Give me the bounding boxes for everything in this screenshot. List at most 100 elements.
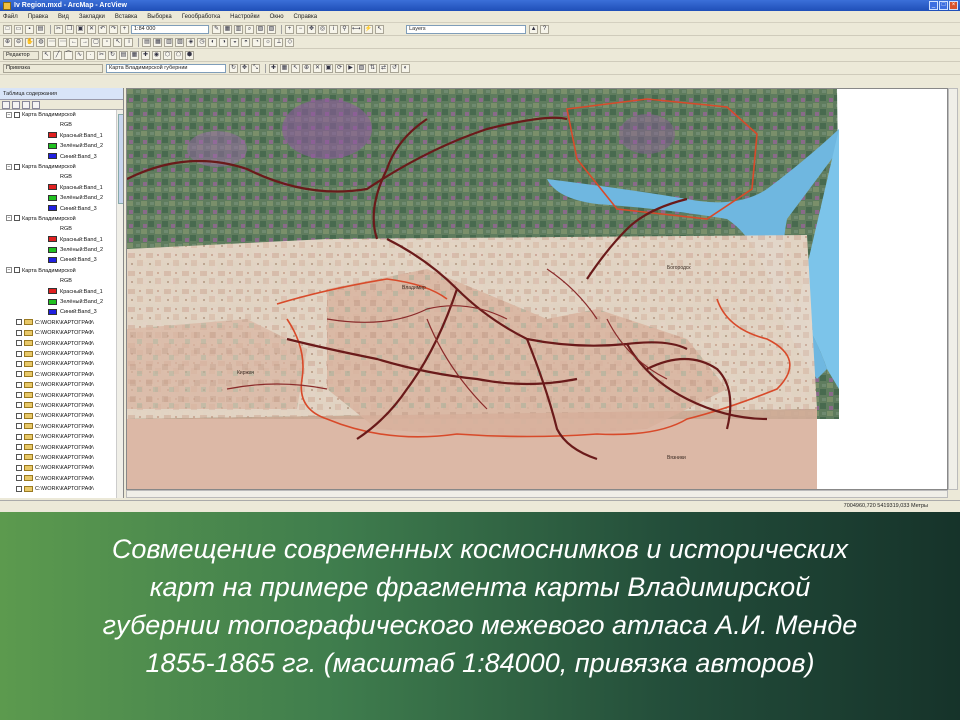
edit-vertices-icon[interactable]: ◇ xyxy=(285,38,295,47)
menu-file[interactable]: Файл xyxy=(3,14,18,20)
menu-edit[interactable]: Правка xyxy=(28,14,48,20)
map-view[interactable]: Владимир Богородск Киржач Вязники xyxy=(126,88,948,490)
print-icon[interactable]: ▤ xyxy=(36,25,45,34)
toc-shapefile-layer[interactable]: C:\WORK\КАРТОГРАФ\ xyxy=(0,474,123,484)
viewer-icon[interactable]: ▣ xyxy=(324,64,333,73)
toc-icon[interactable]: ▦ xyxy=(223,25,232,34)
layout-icon[interactable]: ▤ xyxy=(142,38,152,47)
back-extent-icon[interactable]: ← xyxy=(69,38,79,47)
toc-raster-layer[interactable]: − Карта Владимирской xyxy=(0,266,123,276)
layer-visibility-checkbox[interactable] xyxy=(16,433,22,440)
full-extent-icon[interactable]: ◎ xyxy=(318,25,327,34)
delete-icon[interactable]: ✕ xyxy=(87,25,96,34)
select-icon[interactable]: ↖ xyxy=(375,25,385,34)
layer-visibility-checkbox[interactable] xyxy=(14,267,20,274)
menu-selection[interactable]: Выборка xyxy=(147,14,172,20)
layer-visibility-checkbox[interactable] xyxy=(16,444,22,451)
contrast-icon[interactable]: ◔ xyxy=(252,38,262,47)
catalog-icon[interactable]: ▥ xyxy=(234,25,243,34)
toc-shapefile-layer[interactable]: C:\WORK\КАРТОГРАФ\ xyxy=(0,328,123,338)
scale-combo[interactable]: 1:84 000 xyxy=(131,25,209,34)
layer-visibility-checkbox[interactable] xyxy=(16,485,22,492)
transparency-slider-icon[interactable]: ◐ xyxy=(401,64,410,73)
add-control-points-icon[interactable]: ✚ xyxy=(269,64,278,73)
swipe-icon[interactable]: ◐ xyxy=(208,38,218,47)
close-button[interactable]: × xyxy=(949,1,958,10)
pointer-icon[interactable]: ↖ xyxy=(113,38,123,47)
layer-visibility-checkbox[interactable] xyxy=(16,329,22,336)
maximize-button[interactable]: □ xyxy=(939,1,948,10)
forward-extent-icon[interactable]: → xyxy=(80,38,90,47)
menu-help[interactable]: Справка xyxy=(294,14,318,20)
layer-visibility-checkbox[interactable] xyxy=(16,340,22,347)
toc-shapefile-layer[interactable]: C:\WORK\КАРТОГРАФ\ xyxy=(0,339,123,349)
rotate-icon[interactable]: ↻ xyxy=(108,51,117,60)
report-icon[interactable]: ▧ xyxy=(175,38,185,47)
toc-scrollbar[interactable] xyxy=(116,110,123,498)
toc-shapefile-layer[interactable]: C:\WORK\КАРТОГРАФ\ xyxy=(0,349,123,359)
model-icon[interactable]: ◈ xyxy=(186,38,196,47)
python-icon[interactable]: ▧ xyxy=(267,25,276,34)
layer-visibility-checkbox[interactable] xyxy=(16,464,22,471)
reset-transform-icon[interactable]: ↺ xyxy=(390,64,399,73)
straight-segment-icon[interactable]: ╱ xyxy=(53,51,62,60)
globe-icon[interactable]: ◍ xyxy=(36,38,46,47)
snapping-icon[interactable]: ◉ xyxy=(152,51,161,60)
select-link-icon[interactable]: ↖ xyxy=(291,64,300,73)
toc-shapefile-layer[interactable]: C:\WORK\КАРТОГРАФ\ xyxy=(0,380,123,390)
transparency-icon[interactable]: ◒ xyxy=(230,38,240,47)
toc-shapefile-layer[interactable]: C:\WORK\КАРТОГРАФ\ xyxy=(0,411,123,421)
layer-visibility-checkbox[interactable] xyxy=(16,402,22,409)
toc-shapefile-layer[interactable]: C:\WORK\КАРТОГРАФ\ xyxy=(0,359,123,369)
zoom-to-link-icon[interactable]: ⊕ xyxy=(302,64,311,73)
fixed-zoom-out-icon[interactable]: ⋯ xyxy=(58,38,68,47)
scale-raster-icon[interactable]: ⤡ xyxy=(251,64,260,73)
update-display-icon[interactable]: ▶ xyxy=(346,64,355,73)
georef-layer-label[interactable]: Привязка xyxy=(3,64,103,73)
toc-shapefile-layer[interactable]: C:\WORK\КАРТОГРАФ\ xyxy=(0,453,123,463)
georef-layer-combo[interactable]: Карта Владимирской губернии xyxy=(106,64,226,73)
toc-raster-layer[interactable]: − Карта Владимирской xyxy=(0,162,123,172)
toc-raster-layer[interactable]: − Карта Владимирской xyxy=(0,214,123,224)
paste-icon[interactable]: ▣ xyxy=(76,25,85,34)
zoom-out-tool-icon[interactable]: ⊖ xyxy=(14,38,23,47)
create-features-icon[interactable]: ✚ xyxy=(141,51,150,60)
layer-visibility-checkbox[interactable] xyxy=(16,350,22,357)
measure-tool-icon[interactable]: ⟂ xyxy=(274,38,284,47)
graph-icon[interactable]: ▲ xyxy=(529,25,539,34)
trace-icon[interactable]: ∿ xyxy=(75,51,84,60)
layer-combo[interactable]: Layers xyxy=(406,25,527,34)
layer-visibility-checkbox[interactable] xyxy=(16,381,22,388)
toc-shapefile-layer[interactable]: C:\WORK\КАРТОГРАФ\ xyxy=(0,484,123,494)
menu-bookmarks[interactable]: Закладки xyxy=(79,14,105,20)
map-vertical-scrollbar[interactable] xyxy=(948,88,958,490)
clear-selection-icon[interactable]: ▫ xyxy=(102,38,112,47)
toc-shapefile-layer[interactable]: C:\WORK\КАРТОГРАФ\ xyxy=(0,401,123,411)
editor-menu[interactable]: Редактор xyxy=(3,51,39,60)
split-icon[interactable]: ✂ xyxy=(97,51,106,60)
find-icon[interactable]: ⚲ xyxy=(340,25,349,34)
attributes-icon[interactable]: ▤ xyxy=(119,51,128,60)
flicker-icon[interactable]: ◓ xyxy=(241,38,251,47)
menu-view[interactable]: Вид xyxy=(58,14,69,20)
toc-shapefile-layer[interactable]: C:\WORK\КАРТОГРАФ\ xyxy=(0,463,123,473)
layer-visibility-checkbox[interactable] xyxy=(14,111,20,118)
menu-insert[interactable]: Вставка xyxy=(115,14,137,20)
pan-icon[interactable]: ✥ xyxy=(307,25,316,34)
search-icon[interactable]: ⌕ xyxy=(245,25,254,34)
collapse-icon[interactable]: − xyxy=(6,163,12,170)
info-icon[interactable]: i xyxy=(124,38,134,47)
layer-visibility-checkbox[interactable] xyxy=(16,412,22,419)
pan-tool-icon[interactable]: ✋ xyxy=(25,38,35,47)
layer-visibility-checkbox[interactable] xyxy=(14,215,20,222)
toc-raster-layer[interactable]: − Карта Владимирской xyxy=(0,110,123,120)
zoom-in-icon[interactable]: + xyxy=(285,25,294,34)
layer-visibility-checkbox[interactable] xyxy=(16,360,22,367)
time-icon[interactable]: ◷ xyxy=(197,38,207,47)
toc-shapefile-layer[interactable]: C:\WORK\КАРТОГРАФ\ xyxy=(0,443,123,453)
table-icon[interactable]: ▦ xyxy=(153,38,163,47)
layer-visibility-checkbox[interactable] xyxy=(14,163,20,170)
list-by-source-icon[interactable] xyxy=(12,100,20,109)
topology-icon[interactable]: ⬡ xyxy=(163,51,172,60)
undo-icon[interactable]: ↶ xyxy=(98,25,107,34)
